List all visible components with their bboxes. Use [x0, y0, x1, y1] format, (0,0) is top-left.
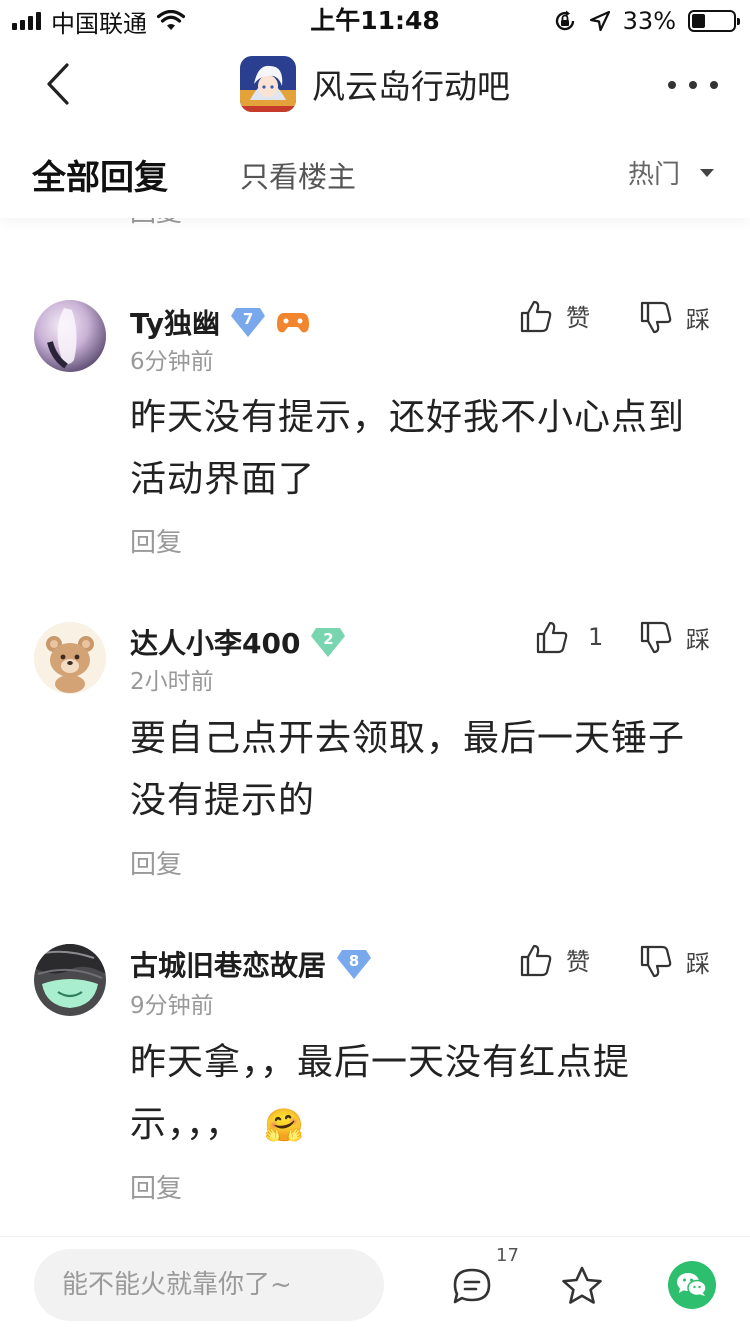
gamepad-badge-icon: [277, 313, 310, 333]
battery-percent: 33%: [622, 7, 676, 35]
user-avatar[interactable]: [34, 622, 106, 694]
forum-title: 风云岛行动吧: [312, 67, 510, 106]
thumbs-down-icon: [640, 945, 672, 977]
sort-label: 热门: [627, 160, 680, 190]
tab-owner-only[interactable]: 只看楼主: [240, 154, 356, 196]
thumbs-down-icon: [640, 301, 672, 333]
dislike-button[interactable]: 踩: [640, 620, 710, 655]
hug-emoji: 🤗: [264, 1106, 305, 1144]
reply-link[interactable]: 回复: [130, 522, 182, 559]
comment-time: 6分钟前: [130, 349, 214, 375]
comment-count: 17: [496, 1245, 519, 1266]
wechat-icon: [668, 1261, 716, 1309]
orientation-lock-icon: [555, 10, 574, 31]
username[interactable]: 古城旧巷恋故居: [130, 944, 326, 984]
username[interactable]: 达人小李400: [130, 622, 300, 662]
like-button[interactable]: 1: [536, 620, 603, 654]
thumbs-up-icon: [520, 300, 552, 332]
comment-time: 2小时前: [130, 669, 214, 695]
thumbs-up-icon: [536, 621, 568, 654]
name-row: 古城旧巷恋故居 8: [130, 944, 372, 984]
comment-input[interactable]: 能不能火就靠你了~: [34, 1249, 384, 1321]
status-bar: 中国联通 上午11:48 33%: [0, 0, 750, 42]
level-number: 8: [348, 952, 360, 970]
name-row: 达人小李400 2: [130, 622, 346, 662]
level-badge: 2: [310, 626, 346, 658]
comment-text: 昨天拿，，最后一天没有红点提示，，， 🤗: [130, 1032, 720, 1156]
tab-all-replies[interactable]: 全部回复: [32, 150, 168, 199]
comment-bubble-icon: [453, 1268, 491, 1304]
dislike-label: 踩: [686, 950, 710, 978]
reply-link[interactable]: 回复: [130, 844, 182, 881]
caret-down-icon: [700, 168, 714, 177]
dislike-button[interactable]: 踩: [640, 300, 710, 335]
comment-item: 古城旧巷恋故居 8 9分钟前 赞 踩 昨天拿，，最后一天没有红点提示，，， 🤗 回…: [0, 922, 750, 1222]
more-button[interactable]: [668, 70, 718, 100]
reply-tabs: 全部回复 只看楼主 热门: [0, 126, 750, 218]
comment-text-body: 昨天拿，，最后一天没有红点提示，，，: [130, 1042, 631, 1145]
comment-text: 昨天没有提示，还好我不小心点到活动界面了: [130, 397, 686, 500]
nav-bar: 风云岛行动吧: [0, 42, 750, 126]
favorite-button[interactable]: [560, 1265, 604, 1311]
thumbs-down-icon: [640, 621, 672, 653]
dislike-label: 踩: [686, 626, 710, 654]
battery-fill: [692, 14, 706, 28]
reply-link[interactable]: 回复: [130, 1168, 182, 1205]
like-button[interactable]: 赞: [520, 942, 590, 977]
comment-item: 达人小李400 2 2小时前 1 踩 要自己点开去领取，最后一天锤子没有提示的 …: [0, 600, 750, 900]
level-number: 2: [323, 630, 334, 648]
star-icon: [562, 1266, 602, 1304]
level-badge: 7: [230, 306, 266, 338]
user-avatar[interactable]: [34, 300, 106, 372]
more-dot: [689, 81, 697, 89]
comments-button[interactable]: [452, 1267, 492, 1309]
user-avatar[interactable]: [34, 944, 106, 1016]
sort-dropdown[interactable]: 热门: [628, 154, 714, 191]
battery-icon: [688, 10, 740, 32]
comment-item: Ty独幽 7 6分钟前 赞 踩 昨天没有提示，还好我不小心点到活动界面了 回复: [0, 280, 750, 580]
status-right: 33%: [553, 6, 740, 36]
thumbs-up-icon: [520, 944, 552, 976]
comment-time: 9分钟前: [130, 993, 214, 1019]
bottom-bar: 能不能火就靠你了~ 17: [0, 1236, 750, 1334]
nav-center[interactable]: 风云岛行动吧: [0, 56, 750, 112]
forum-avatar: [240, 56, 296, 112]
more-dot: [710, 81, 718, 89]
dislike-label: 踩: [686, 306, 710, 334]
level-number: 7: [242, 310, 254, 328]
like-label: 赞: [566, 948, 590, 976]
location-arrow-icon: [589, 10, 610, 32]
name-row: Ty独幽 7: [130, 302, 310, 342]
like-button[interactable]: 赞: [520, 298, 590, 333]
like-label: 赞: [566, 304, 590, 332]
username[interactable]: Ty独幽: [130, 302, 220, 342]
dislike-button[interactable]: 踩: [640, 944, 710, 979]
like-count: 1: [588, 623, 604, 651]
more-dot: [668, 81, 676, 89]
comment-text: 要自己点开去领取，最后一天锤子没有提示的: [130, 718, 686, 821]
level-badge: 8: [336, 948, 372, 980]
wechat-share-button[interactable]: [668, 1261, 716, 1313]
